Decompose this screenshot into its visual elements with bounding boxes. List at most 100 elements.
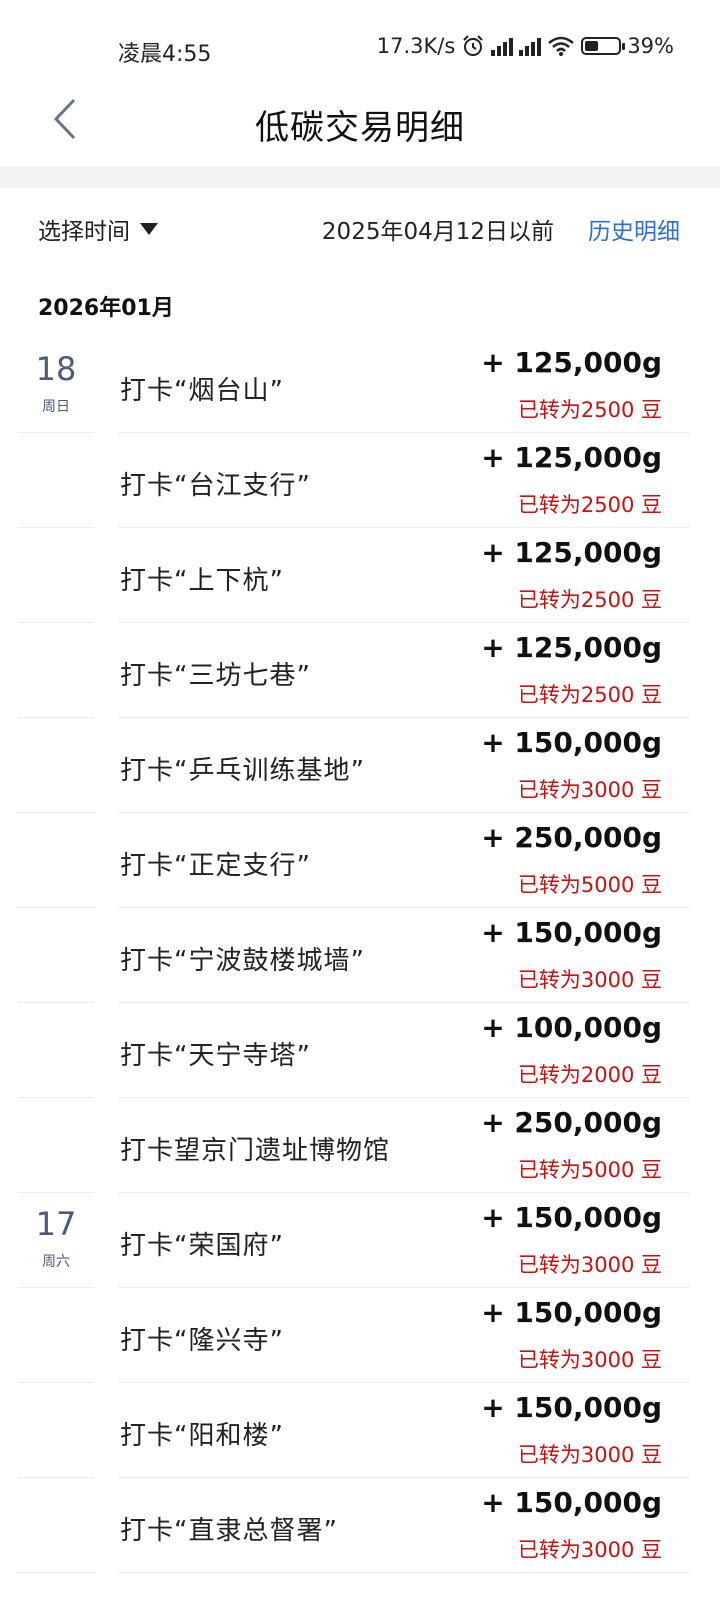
item-title: 打卡“隆兴寺” bbox=[120, 1326, 284, 1356]
battery-fill bbox=[585, 41, 598, 51]
item-title: 打卡“三坊七巷” bbox=[120, 661, 311, 691]
transaction-list: 18 周日 打卡“烟台山” + 125,000g 已转为2500 豆打卡“台江支行” + … bbox=[0, 338, 720, 1573]
item-converted: 已转为2500 豆 bbox=[517, 398, 662, 422]
day-column: 18 周日 bbox=[18, 338, 94, 433]
day-column bbox=[18, 1383, 94, 1478]
alarm-icon bbox=[463, 35, 484, 56]
item-amount: + 125,000g bbox=[481, 441, 662, 474]
item-title: 打卡“天宁寺塔” bbox=[120, 1041, 311, 1071]
select-time-button[interactable]: 选择时间 bbox=[38, 212, 158, 246]
item-content: 打卡“烟台山” + 125,000g 已转为2500 豆 bbox=[118, 338, 690, 433]
item-converted: 已转为3000 豆 bbox=[517, 1538, 662, 1562]
item-content: 打卡“三坊七巷” + 125,000g 已转为2500 豆 bbox=[118, 623, 690, 718]
list-item[interactable]: 打卡“阳和楼” + 150,000g 已转为3000 豆 bbox=[0, 1383, 720, 1478]
list-item[interactable]: 打卡“宁波鼓楼城墙” + 150,000g 已转为3000 豆 bbox=[0, 908, 720, 1003]
day-column bbox=[18, 813, 94, 908]
select-time-label: 选择时间 bbox=[38, 219, 130, 245]
list-item[interactable]: 打卡“上下杭” + 125,000g 已转为2500 豆 bbox=[0, 528, 720, 623]
item-content: 打卡“直隶总督署” + 150,000g 已转为3000 豆 bbox=[118, 1478, 690, 1573]
item-amount: + 125,000g bbox=[481, 536, 662, 569]
item-title: 打卡“宁波鼓楼城墙” bbox=[120, 946, 365, 976]
item-converted: 已转为5000 豆 bbox=[517, 1158, 662, 1182]
list-item[interactable]: 打卡“台江支行” + 125,000g 已转为2500 豆 bbox=[0, 433, 720, 528]
item-title: 打卡“烟台山” bbox=[120, 376, 284, 406]
list-item[interactable]: 打卡“正定支行” + 250,000g 已转为5000 豆 bbox=[0, 813, 720, 908]
day-column bbox=[18, 1288, 94, 1383]
list-item[interactable]: 打卡“直隶总督署” + 150,000g 已转为3000 豆 bbox=[0, 1478, 720, 1573]
item-amount: + 150,000g bbox=[481, 1201, 662, 1234]
wifi-icon bbox=[548, 36, 575, 56]
item-title: 打卡“乒乓训练基地” bbox=[120, 756, 365, 786]
status-time: 凌晨4:55 bbox=[118, 42, 212, 67]
month-header: 2026年01月 bbox=[38, 296, 174, 321]
item-amount: + 125,000g bbox=[481, 631, 662, 664]
item-amount: + 100,000g bbox=[481, 1011, 662, 1044]
caret-down-icon bbox=[140, 223, 158, 235]
item-amount: + 250,000g bbox=[481, 1106, 662, 1139]
item-title: 打卡“台江支行” bbox=[120, 471, 311, 501]
day-column bbox=[18, 908, 94, 1003]
list-item[interactable]: 打卡望京门遗址博物馆 + 250,000g 已转为5000 豆 bbox=[0, 1098, 720, 1193]
signal-hd-icon bbox=[491, 36, 514, 56]
filter-row: 选择时间 2025年04月12日以前 历史明细 bbox=[0, 188, 720, 268]
day-column bbox=[18, 1003, 94, 1098]
item-converted: 已转为3000 豆 bbox=[517, 1443, 662, 1467]
item-content: 打卡“荣国府” + 150,000g 已转为3000 豆 bbox=[118, 1193, 690, 1288]
day-number: 17 bbox=[35, 1205, 77, 1243]
list-item[interactable]: 17 周六 打卡“荣国府” + 150,000g 已转为3000 豆 bbox=[0, 1193, 720, 1288]
list-item[interactable]: 打卡“乒乓训练基地” + 150,000g 已转为3000 豆 bbox=[0, 718, 720, 813]
item-content: 打卡“台江支行” + 125,000g 已转为2500 豆 bbox=[118, 433, 690, 528]
battery-percent: 39% bbox=[627, 34, 674, 58]
day-column bbox=[18, 718, 94, 813]
item-title: 打卡“直隶总督署” bbox=[120, 1516, 338, 1546]
item-content: 打卡“天宁寺塔” + 100,000g 已转为2000 豆 bbox=[118, 1003, 690, 1098]
history-detail-link[interactable]: 历史明细 bbox=[588, 212, 680, 246]
day-column bbox=[18, 528, 94, 623]
battery-icon bbox=[581, 37, 626, 55]
item-converted: 已转为3000 豆 bbox=[517, 1253, 662, 1277]
day-column bbox=[18, 1478, 94, 1573]
item-content: 打卡“乒乓训练基地” + 150,000g 已转为3000 豆 bbox=[118, 718, 690, 813]
item-converted: 已转为3000 豆 bbox=[517, 1348, 662, 1372]
item-content: 打卡“上下杭” + 125,000g 已转为2500 豆 bbox=[118, 528, 690, 623]
item-amount: + 150,000g bbox=[481, 1486, 662, 1519]
day-column bbox=[18, 1098, 94, 1193]
list-item[interactable]: 18 周日 打卡“烟台山” + 125,000g 已转为2500 豆 bbox=[0, 338, 720, 433]
item-converted: 已转为2500 豆 bbox=[517, 493, 662, 517]
item-converted: 已转为3000 豆 bbox=[517, 778, 662, 802]
divider-band bbox=[0, 166, 720, 188]
item-converted: 已转为2500 豆 bbox=[517, 683, 662, 707]
net-speed: 17.3K/s bbox=[376, 34, 456, 58]
item-amount: + 150,000g bbox=[481, 916, 662, 949]
item-title: 打卡“荣国府” bbox=[120, 1231, 284, 1261]
item-content: 打卡望京门遗址博物馆 + 250,000g 已转为5000 豆 bbox=[118, 1098, 690, 1193]
item-content: 打卡“阳和楼” + 150,000g 已转为3000 豆 bbox=[118, 1383, 690, 1478]
item-converted: 已转为2000 豆 bbox=[517, 1063, 662, 1087]
day-weekday: 周六 bbox=[42, 1254, 70, 1270]
date-before-text: 2025年04月12日以前 bbox=[321, 219, 554, 245]
signal-hd-icon bbox=[519, 36, 542, 56]
item-amount: + 125,000g bbox=[481, 346, 662, 379]
item-content: 打卡“隆兴寺” + 150,000g 已转为3000 豆 bbox=[118, 1288, 690, 1383]
page-title: 低碳交易明细 bbox=[255, 108, 465, 148]
list-item[interactable]: 打卡“天宁寺塔” + 100,000g 已转为2000 豆 bbox=[0, 1003, 720, 1098]
day-column bbox=[18, 623, 94, 718]
item-content: 打卡“正定支行” + 250,000g 已转为5000 豆 bbox=[118, 813, 690, 908]
item-amount: + 150,000g bbox=[481, 726, 662, 759]
day-column bbox=[18, 433, 94, 528]
status-icons: 17.3K/s 39% bbox=[377, 34, 674, 58]
list-item[interactable]: 打卡“三坊七巷” + 125,000g 已转为2500 豆 bbox=[0, 623, 720, 718]
item-converted: 已转为3000 豆 bbox=[517, 968, 662, 992]
day-number: 18 bbox=[35, 350, 77, 388]
item-title: 打卡望京门遗址博物馆 bbox=[120, 1136, 391, 1166]
nav-bar: 低碳交易明细 bbox=[0, 90, 720, 166]
item-amount: + 150,000g bbox=[481, 1296, 662, 1329]
day-weekday: 周日 bbox=[42, 399, 70, 415]
item-content: 打卡“宁波鼓楼城墙” + 150,000g 已转为3000 豆 bbox=[118, 908, 690, 1003]
status-bar: 凌晨4:55 17.3K/s 39% bbox=[0, 0, 720, 90]
day-column: 17 周六 bbox=[18, 1193, 94, 1288]
item-title: 打卡“正定支行” bbox=[120, 851, 311, 881]
list-item[interactable]: 打卡“隆兴寺” + 150,000g 已转为3000 豆 bbox=[0, 1288, 720, 1383]
item-title: 打卡“上下杭” bbox=[120, 566, 284, 596]
item-converted: 已转为2500 豆 bbox=[517, 588, 662, 612]
